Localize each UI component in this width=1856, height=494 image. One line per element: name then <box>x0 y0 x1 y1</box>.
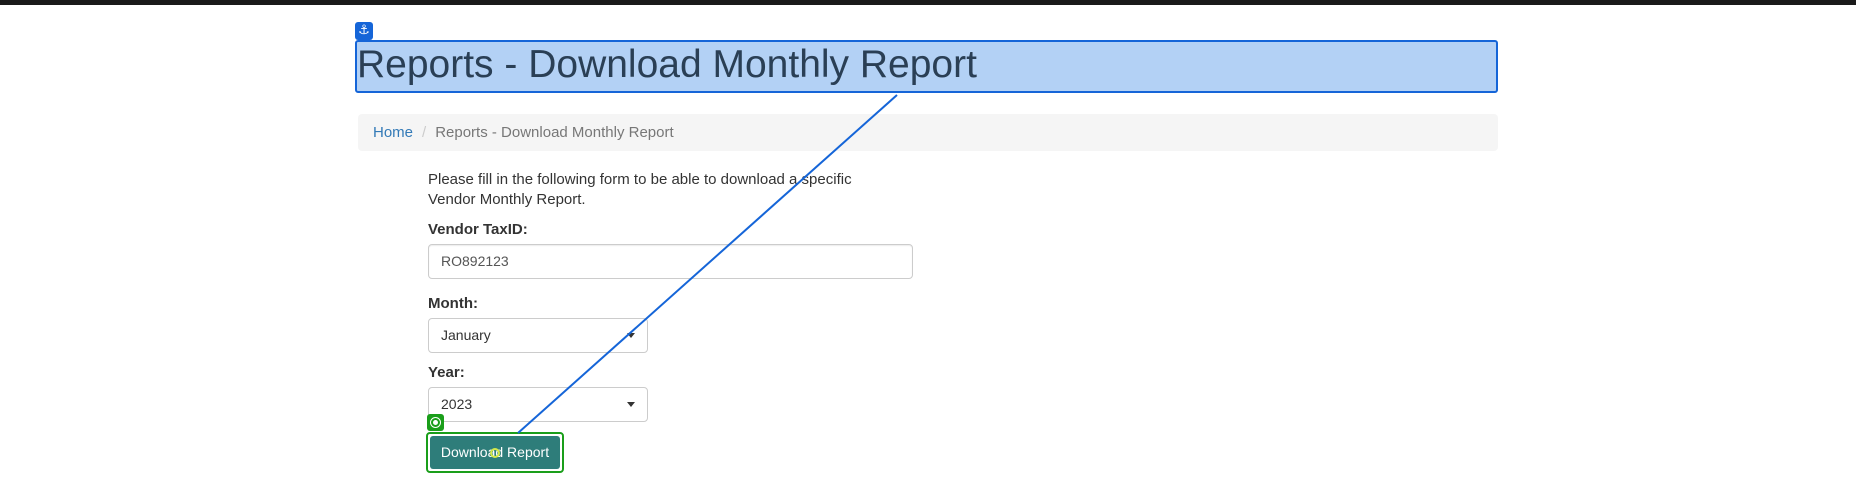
caret-down-icon <box>627 333 635 338</box>
vendor-taxid-label: Vendor TaxID: <box>428 221 528 238</box>
anchor-icon: ⚓ <box>355 22 373 40</box>
breadcrumb-current: Reports - Download Monthly Report <box>435 124 674 141</box>
download-report-label: Download Report <box>430 436 560 469</box>
download-report-button[interactable]: Download Report <box>426 432 564 473</box>
breadcrumb-separator: / <box>422 124 427 141</box>
year-select[interactable]: 2023 <box>428 387 648 422</box>
caret-down-icon <box>627 402 635 407</box>
breadcrumb: Home / Reports - Download Monthly Report <box>358 114 1498 151</box>
month-label: Month: <box>428 295 478 312</box>
month-selected-value: January <box>441 327 491 343</box>
year-selected-value: 2023 <box>441 396 473 412</box>
form-intro-text: Please fill in the following form to be … <box>428 171 852 208</box>
vendor-taxid-input[interactable]: RO892123 <box>428 244 913 279</box>
top-bar <box>0 0 1856 5</box>
year-label: Year: <box>428 364 465 381</box>
month-select[interactable]: January <box>428 318 648 353</box>
breadcrumb-home-link[interactable]: Home <box>373 124 413 141</box>
target-icon <box>427 414 444 431</box>
page-title: Reports - Download Monthly Report <box>357 43 977 86</box>
